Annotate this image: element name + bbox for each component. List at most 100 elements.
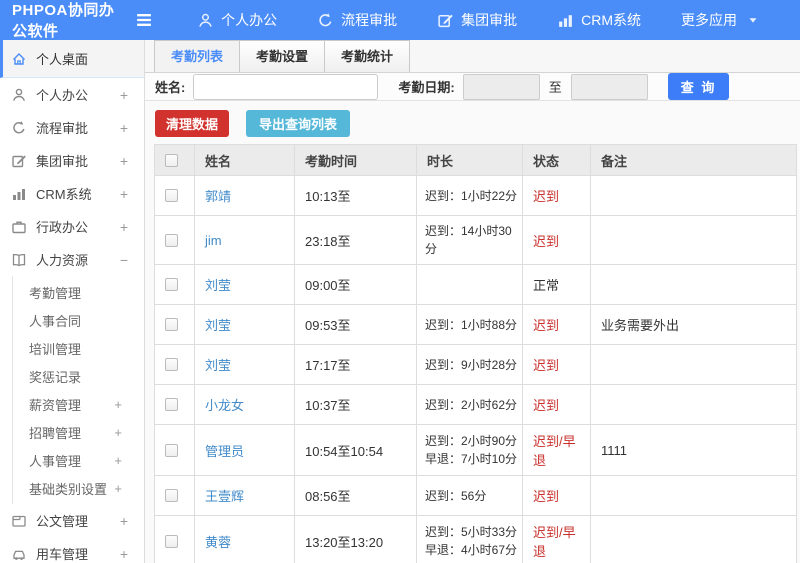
table-row: 管理员 10:54至10:54 迟到：2小时90分 早退：7小时10分 迟到/早… (154, 424, 797, 476)
sidebar-subitem-base-category-settings[interactable]: 基础类别设置 + (13, 474, 144, 502)
sidebar-item-crm-system[interactable]: CRM系统 + (0, 177, 144, 210)
sidebar-item-personal-desktop[interactable]: 个人桌面 (0, 40, 144, 78)
attendance-time: 09:00至 (294, 264, 417, 305)
remark (590, 264, 797, 305)
nav-workflow-approval[interactable]: 流程审批 (317, 10, 397, 30)
column-header-status: 状态 (522, 144, 591, 176)
row-checkbox[interactable] (165, 489, 178, 502)
remark (590, 215, 797, 265)
tab-attendance-list[interactable]: 考勤列表 (154, 40, 241, 72)
attendance-time: 10:54至10:54 (294, 424, 417, 476)
sidebar-item-document-management[interactable]: 公文管理 + (0, 504, 144, 537)
search-button[interactable]: 查 询 (667, 73, 730, 100)
clean-data-button[interactable]: 清理数据 (155, 110, 230, 137)
date-range-to-label: 至 (548, 80, 562, 95)
remark: 业务需要外出 (590, 304, 797, 345)
sidebar-subitem-reward-punishment[interactable]: 奖惩记录 (13, 362, 144, 390)
table-row: 刘莹 09:00至 正常 (154, 264, 797, 305)
row-checkbox[interactable] (165, 189, 178, 202)
sidebar-subitem-recruitment-management[interactable]: 招聘管理 + (13, 418, 144, 446)
column-header-time: 考勤时间 (294, 144, 417, 176)
expand-toggle[interactable]: + (120, 87, 128, 103)
row-checkbox[interactable] (165, 358, 178, 371)
sidebar-item-vehicle-management[interactable]: 用车管理 + (0, 537, 144, 563)
date-from-input[interactable] (462, 73, 540, 100)
row-checkbox[interactable] (165, 398, 178, 411)
employee-name-link[interactable]: 刘莹 (205, 358, 231, 373)
expand-toggle[interactable]: + (120, 219, 128, 235)
table-row: 刘莹 17:17至 迟到：9小时28分 迟到 (154, 344, 797, 385)
expand-toggle[interactable]: + (114, 425, 122, 440)
flow-icon (317, 12, 334, 29)
nav-more-apps[interactable]: 更多应用 (681, 10, 760, 30)
sidebar-subitem-attendance-management[interactable]: 考勤管理 (13, 278, 144, 306)
expand-toggle[interactable]: + (120, 153, 128, 169)
expand-toggle[interactable]: + (120, 513, 128, 529)
nav-group-approval[interactable]: 集团审批 (437, 10, 517, 30)
home-icon (11, 51, 27, 67)
expand-toggle[interactable]: + (120, 186, 128, 202)
sidebar-item-label: 个人办公 (36, 88, 89, 103)
tab-attendance-settings[interactable]: 考勤设置 (240, 40, 326, 72)
row-checkbox[interactable] (165, 534, 178, 548)
flow-icon (11, 120, 27, 136)
employee-name-link[interactable]: 黄蓉 (205, 535, 231, 550)
employee-name-link[interactable]: jim (205, 233, 222, 248)
row-checkbox[interactable] (165, 318, 178, 331)
remark (590, 475, 797, 516)
app-title: PHPOA协同办公软件 (12, 2, 115, 40)
edit-icon (437, 12, 454, 29)
chart-icon (557, 12, 574, 29)
select-all-checkbox[interactable] (165, 153, 178, 167)
employee-name-link[interactable]: 刘莹 (205, 318, 231, 333)
duration: 迟到：56分 (416, 475, 523, 516)
sidebar-item-human-resources[interactable]: 人力资源 − (0, 243, 144, 276)
sidebar-subitem-salary-management[interactable]: 薪资管理 + (13, 390, 144, 418)
expand-toggle[interactable]: + (120, 546, 128, 562)
expand-toggle[interactable]: + (120, 120, 128, 136)
top-navigation: 个人办公 流程审批 集团审批 CRM系统 更多应用 (197, 10, 800, 30)
nav-label: CRM系统 (581, 12, 641, 28)
sidebar-subitem-label: 人事管理 (29, 453, 82, 469)
employee-name-link[interactable]: 王壹辉 (205, 489, 244, 504)
attendance-time: 13:20至13:20 (294, 515, 417, 563)
row-checkbox[interactable] (165, 443, 178, 457)
collapse-toggle[interactable]: − (120, 252, 128, 268)
nav-personal-office[interactable]: 个人办公 (197, 10, 277, 30)
book-icon (11, 252, 27, 268)
hamburger-menu-icon[interactable] (133, 9, 155, 31)
duration: 迟到：1小时22分 (416, 175, 523, 216)
remark: 1111 (590, 424, 797, 476)
status-badge: 迟到 (522, 304, 591, 345)
tab-attendance-statistics[interactable]: 考勤统计 (325, 40, 411, 72)
sidebar-item-personal-office[interactable]: 个人办公 + (0, 78, 144, 111)
nav-crm-system[interactable]: CRM系统 (557, 10, 641, 30)
employee-name-link[interactable]: 小龙女 (205, 398, 244, 413)
export-list-button[interactable]: 导出查询列表 (246, 110, 351, 137)
employee-name-link[interactable]: 郭靖 (205, 189, 231, 204)
sidebar-subitem-label: 人事合同 (29, 313, 82, 329)
status-badge: 迟到 (522, 175, 591, 216)
sidebar-item-group-approval[interactable]: 集团审批 + (0, 144, 144, 177)
sidebar-item-admin-office[interactable]: 行政办公 + (0, 210, 144, 243)
sidebar-subitem-training-management[interactable]: 培训管理 (13, 334, 144, 362)
attendance-time: 10:37至 (294, 384, 417, 425)
employee-name-link[interactable]: 刘莹 (205, 278, 231, 293)
sidebar-subitem-hr-contract[interactable]: 人事合同 (13, 306, 144, 334)
employee-name-link[interactable]: 管理员 (205, 444, 244, 459)
name-filter-input[interactable] (193, 73, 379, 100)
document-icon (11, 513, 27, 529)
status-badge: 迟到 (522, 344, 591, 385)
sidebar-subitem-personnel-management[interactable]: 人事管理 + (13, 446, 144, 474)
date-filter-label: 考勤日期: (398, 80, 455, 95)
row-checkbox[interactable] (165, 278, 178, 291)
expand-toggle[interactable]: + (114, 453, 122, 468)
expand-toggle[interactable]: + (114, 481, 122, 496)
sidebar-item-workflow-approval[interactable]: 流程审批 + (0, 111, 144, 144)
table-row: 郭靖 10:13至 迟到：1小时22分 迟到 (154, 175, 797, 216)
date-to-input[interactable] (570, 73, 648, 100)
sidebar-item-label: 公文管理 (36, 514, 89, 529)
row-checkbox[interactable] (165, 233, 178, 247)
expand-toggle[interactable]: + (114, 397, 122, 412)
user-icon (197, 12, 214, 29)
